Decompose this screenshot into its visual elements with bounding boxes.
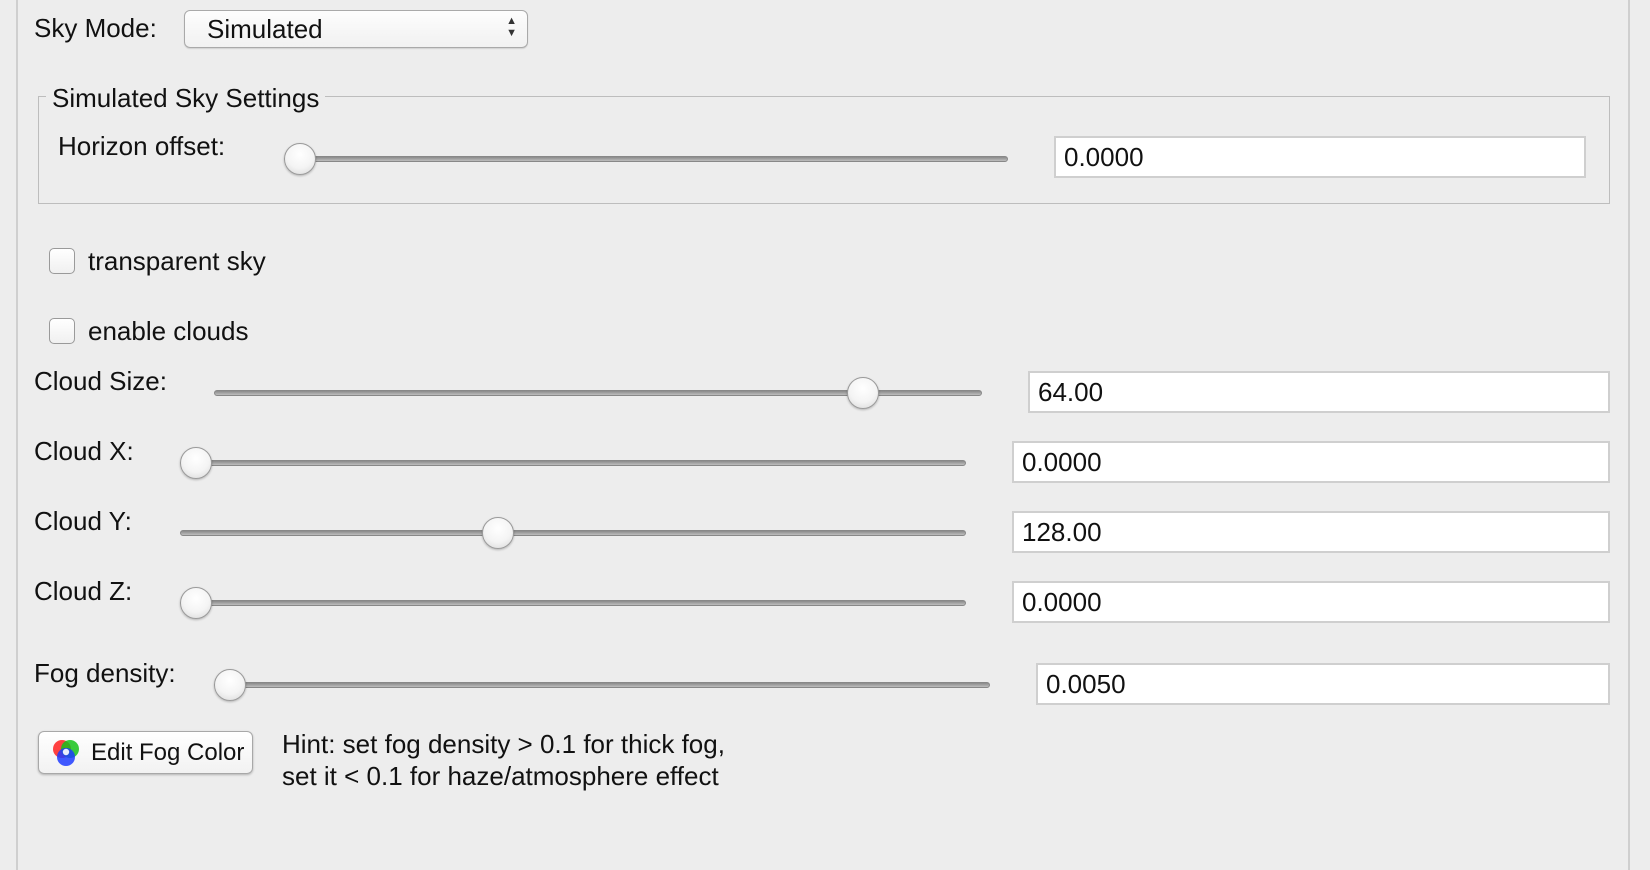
cloud-size-slider-thumb[interactable] (846, 377, 879, 409)
color-wheel-icon (51, 738, 81, 768)
cloud-z-field[interactable]: 0.0000 (1012, 581, 1610, 623)
cloud-z-slider-track[interactable] (180, 600, 966, 606)
enable-clouds-label: enable clouds (88, 316, 249, 346)
cloud-size-label: Cloud Size: (34, 366, 167, 396)
horizon-offset-slider-thumb[interactable] (284, 143, 316, 175)
cloud-size-field[interactable]: 64.00 (1028, 371, 1610, 413)
cloud-y-slider-track[interactable] (180, 530, 966, 536)
cloud-z-label: Cloud Z: (34, 576, 133, 606)
cloud-x-label: Cloud X: (34, 436, 134, 466)
fog-hint-line-2: set it < 0.1 for haze/atmosphere effect (282, 761, 719, 791)
cloud-x-slider-thumb[interactable] (180, 447, 212, 479)
edit-fog-color-label: Edit Fog Color (91, 739, 245, 766)
cloud-y-field[interactable]: 128.00 (1012, 511, 1610, 553)
sky-mode-select[interactable]: Simulated ▲ ▼ (184, 10, 528, 48)
fog-density-field[interactable]: 0.0050 (1036, 663, 1610, 705)
edit-fog-color-button[interactable]: Edit Fog Color (38, 731, 253, 774)
cloud-x-field[interactable]: 0.0000 (1012, 441, 1610, 483)
panel-left-border (16, 0, 18, 870)
fog-density-label: Fog density: (34, 658, 176, 688)
panel-right-border (1628, 0, 1630, 870)
cloud-y-slider-thumb[interactable] (481, 517, 514, 549)
horizon-offset-slider-track[interactable] (284, 156, 1008, 162)
horizon-offset-field[interactable]: 0.0000 (1054, 136, 1586, 178)
fog-hint-text: Hint: set fog density > 0.1 for thick fo… (282, 728, 725, 792)
fog-hint-line-1: Hint: set fog density > 0.1 for thick fo… (282, 729, 725, 759)
enable-clouds-checkbox[interactable] (49, 318, 75, 344)
select-arrows-icon: ▲ ▼ (506, 15, 517, 39)
sky-mode-selected-value: Simulated (207, 14, 323, 44)
fog-density-slider-track[interactable] (214, 682, 990, 688)
simulated-sky-settings-title: Simulated Sky Settings (46, 83, 326, 113)
cloud-x-slider-track[interactable] (180, 460, 966, 466)
transparent-sky-checkbox[interactable] (49, 248, 75, 274)
transparent-sky-label: transparent sky (88, 246, 266, 276)
fog-density-slider-thumb[interactable] (214, 669, 246, 701)
cloud-y-label: Cloud Y: (34, 506, 132, 536)
horizon-offset-label: Horizon offset: (58, 131, 226, 161)
cloud-z-slider-thumb[interactable] (180, 587, 212, 619)
sky-mode-label: Sky Mode: (34, 13, 157, 43)
